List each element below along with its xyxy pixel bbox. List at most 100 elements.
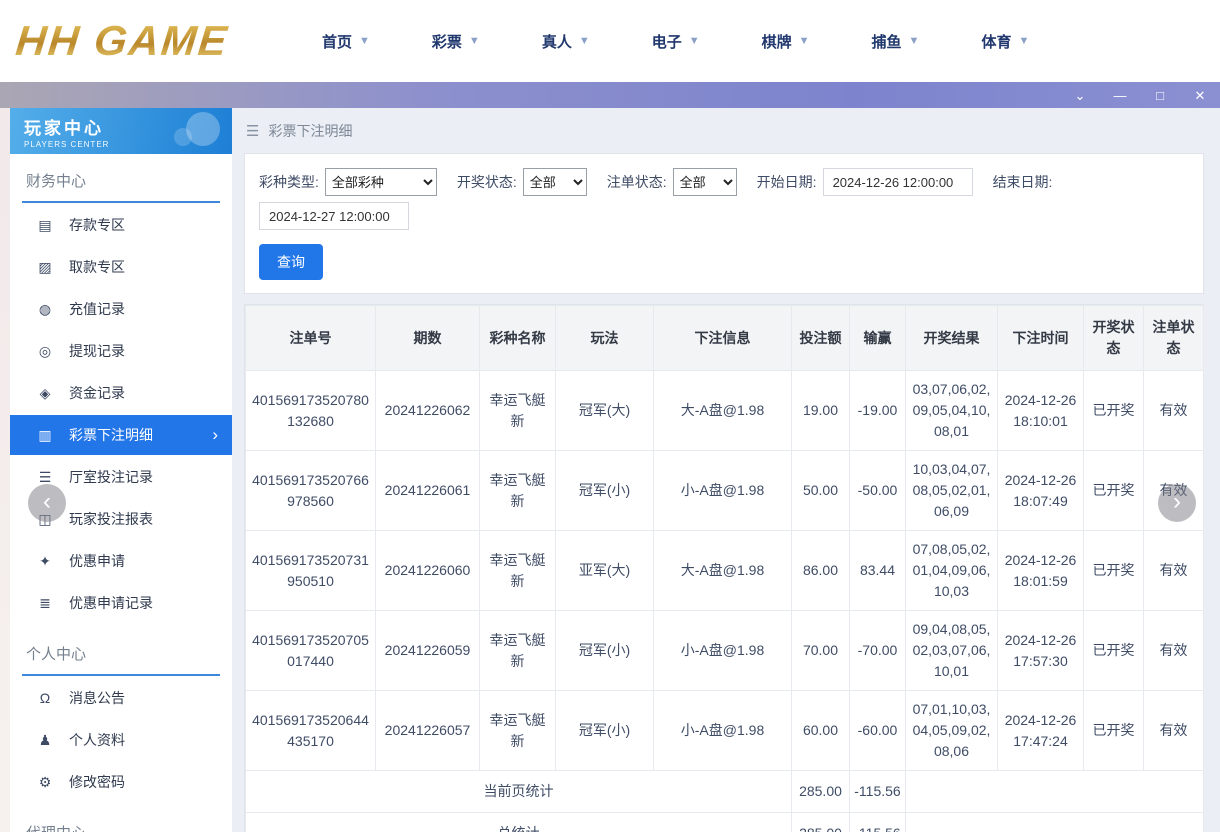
summary-bet-total: 285.00 — [791, 812, 850, 832]
draw-status-select[interactable]: 全部 — [522, 168, 587, 196]
search-button[interactable]: 查询 — [259, 244, 323, 280]
nav-item-棋牌[interactable]: 棋牌 ▼ — [762, 31, 810, 52]
table-cell: 小-A盘@1.98 — [653, 610, 792, 691]
table-cell: 有效 — [1143, 610, 1204, 691]
window-dropdown-icon[interactable]: ⌄ — [1072, 89, 1088, 102]
table-cell: 有效 — [1143, 690, 1204, 771]
withdraw-icon: ▨ — [38, 258, 52, 275]
column-header: 彩种名称 — [479, 305, 556, 371]
table-cell: 20241226059 — [375, 610, 480, 691]
order-status-select[interactable]: 全部 — [672, 168, 737, 196]
sidebar-item-promo-apply-records[interactable]: ≣ 优惠申请记录 — [10, 583, 232, 623]
table-cell: 冠军(小) — [555, 450, 654, 531]
breadcrumb-label: 彩票下注明细 — [268, 123, 353, 139]
column-header: 注单状态 — [1143, 305, 1204, 371]
summary-bet-total: 285.00 — [791, 770, 850, 813]
table-cell: 冠军(小) — [555, 690, 654, 771]
sidebar-item-profile[interactable]: ♟ 个人资料 — [10, 720, 232, 760]
bet-table: 注单号 期数 彩种名称 玩法 下注信息 投注额 输赢 开奖结果 下注时间 开奖状态 注单状态 401… — [245, 305, 1204, 832]
nav-item-真人[interactable]: 真人 ▼ — [542, 31, 590, 52]
nav-item-捕鱼[interactable]: 捕鱼 ▼ — [872, 31, 920, 52]
recharge-record-icon: ◍ — [38, 300, 52, 317]
sidebar-item-funds-records[interactable]: ◈ 资金记录 — [10, 373, 232, 413]
start-date-input[interactable] — [822, 168, 973, 196]
table-cell: 幸运飞艇新 — [479, 450, 556, 531]
table-cell: 83.44 — [849, 530, 906, 611]
carousel-next-icon[interactable]: › — [1158, 484, 1196, 522]
sidebar-item-label: 优惠申请记录 — [69, 595, 153, 611]
chevron-down-icon: ▼ — [798, 35, 810, 47]
summary-label: 当前页统计 — [245, 770, 792, 813]
sidebar-item-change-password[interactable]: ⚙ 修改密码 — [10, 762, 232, 802]
sidebar-item-withdraw[interactable]: ▨ 取款专区 — [10, 247, 232, 287]
table-cell: 已开奖 — [1083, 530, 1144, 611]
sidebar-item-recharge-records[interactable]: ◍ 充值记录 — [10, 289, 232, 329]
nav-item-label: 棋牌 — [761, 33, 792, 51]
nav-item-体育[interactable]: 体育 ▼ — [981, 31, 1029, 52]
summary-winloss-total: -115.56 — [849, 770, 906, 813]
table-cell: 10,03,04,07,08,05,02,01,06,09 — [905, 450, 998, 531]
window-titlebar: ⌄ — □ ✕ — [0, 82, 1220, 108]
sidebar-item-promo-apply[interactable]: ✦ 优惠申请 — [10, 541, 232, 581]
filter-panel: 彩种类型: 全部彩种 开奖状态: 全部 注单状态: 全部 开始日期: 结束日期:… — [244, 153, 1204, 294]
sidebar-item-lottery-bet-details[interactable]: ▥ 彩票下注明细 › — [10, 415, 232, 455]
table-cell: 07,01,10,03,04,05,09,02,08,06 — [905, 690, 998, 771]
table-cell: 20241226057 — [375, 690, 480, 771]
table-row: 401569173520644435170 20241226057 幸运飞艇新 冠军(… — [245, 690, 1204, 771]
table-cell: 20241226060 — [375, 530, 480, 611]
summary-label: 总统计 — [245, 812, 792, 832]
sidebar-item-deposit[interactable]: ▤ 存款专区 — [10, 205, 232, 245]
lottery-type-label: 彩种类型: — [259, 174, 319, 190]
table-cell: 幸运飞艇新 — [479, 690, 556, 771]
start-date-label: 开始日期: — [756, 174, 817, 190]
sidebar-header: 玩家中心 PLAYERS CENTER — [10, 108, 232, 154]
table-body: 401569173520780132680 20241226062 幸运飞艇新 冠军(… — [245, 370, 1204, 832]
nav-item-label: 电子 — [651, 33, 682, 51]
nav-item-label: 体育 — [981, 33, 1012, 51]
carousel-prev-icon[interactable]: ‹ — [28, 484, 66, 522]
table-cell: 50.00 — [791, 450, 850, 531]
end-date-input[interactable] — [259, 202, 409, 230]
table-cell: 大-A盘@1.98 — [653, 530, 792, 611]
sidebar-item-label: 存款专区 — [69, 217, 125, 233]
sidebar-item-withdrawal-records[interactable]: ◎ 提现记录 — [10, 331, 232, 371]
window-minimize-icon[interactable]: — — [1112, 89, 1128, 102]
nav-item-电子[interactable]: 电子 ▼ — [652, 31, 700, 52]
table-cell: 幸运飞艇新 — [479, 530, 556, 611]
sidebar-item-label: 资金记录 — [69, 385, 125, 401]
chevron-down-icon: ▼ — [908, 35, 920, 47]
window-close-icon[interactable]: ✕ — [1192, 89, 1208, 102]
table-cell: -50.00 — [849, 450, 906, 531]
chevron-right-icon: › — [212, 425, 218, 444]
sidebar-item-label: 消息公告 — [69, 690, 125, 706]
sidebar-item-messages[interactable]: Ω 消息公告 — [10, 678, 232, 718]
table-cell: 2024-12-26 17:47:24 — [997, 690, 1084, 771]
sidebar-item-label: 个人资料 — [69, 732, 125, 748]
table-cell: 亚军(大) — [555, 530, 654, 611]
table-cell: 2024-12-26 18:01:59 — [997, 530, 1084, 611]
window-maximize-icon[interactable]: □ — [1152, 89, 1168, 102]
nav-item-彩票[interactable]: 彩票 ▼ — [432, 31, 480, 52]
nav-item-label: 彩票 — [431, 33, 462, 51]
table-cell: 2024-12-26 18:07:49 — [997, 450, 1084, 531]
sidebar-item-label: 厅室投注记录 — [69, 469, 153, 485]
sidebar-item-label: 彩票下注明细 — [69, 427, 153, 443]
main-content: ☰ 彩票下注明细 彩种类型: 全部彩种 开奖状态: 全部 注单状态: 全部 开始… — [232, 108, 1220, 832]
brand-logo: HH GAME — [13, 17, 288, 65]
summary-empty — [905, 812, 1204, 832]
sidebar-item-label: 修改密码 — [69, 774, 125, 790]
table-row: 401569173520731950510 20241226060 幸运飞艇新 亚军(… — [245, 530, 1204, 611]
chevron-down-icon: ▼ — [1018, 35, 1030, 47]
sidebar-section-title: 财务中心 — [22, 170, 220, 203]
nav-item-label: 真人 — [541, 33, 572, 51]
chevron-down-icon: ▼ — [468, 35, 480, 47]
nav-item-首页[interactable]: 首页 ▼ — [322, 31, 370, 52]
table-cell: 401569173520780132680 — [245, 370, 376, 451]
hamburger-icon[interactable]: ☰ — [246, 122, 259, 140]
table-cell: 401569173520766978560 — [245, 450, 376, 531]
chevron-down-icon: ▼ — [359, 35, 370, 47]
column-header: 下注信息 — [653, 305, 792, 371]
sidebar-item-label: 提现记录 — [69, 343, 125, 359]
funds-record-icon: ◈ — [39, 384, 51, 401]
lottery-type-select[interactable]: 全部彩种 — [324, 168, 437, 196]
